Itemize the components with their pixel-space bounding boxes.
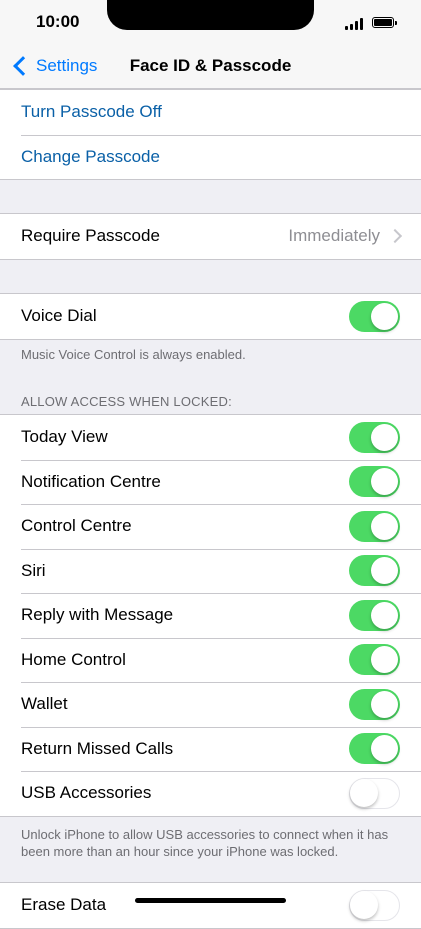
reply-with-message-toggle[interactable] <box>349 599 400 631</box>
change-passcode-label: Change Passcode <box>21 146 160 166</box>
toggle-knob <box>371 690 398 718</box>
toggle-knob <box>350 778 378 807</box>
battery-icon <box>372 17 397 28</box>
today-view-label: Today View <box>21 427 108 447</box>
erase-data-row: Erase Data <box>0 883 421 928</box>
toggle-knob <box>371 468 398 496</box>
change-passcode-button[interactable]: Change Passcode <box>0 134 421 180</box>
back-button-label: Settings <box>36 56 98 75</box>
wallet-toggle[interactable] <box>349 688 400 720</box>
return-missed-calls-toggle[interactable] <box>349 733 400 765</box>
erase-data-group: Erase Data <box>0 882 421 929</box>
require-passcode-group: Require Passcode Immediately <box>0 213 421 260</box>
require-passcode-label: Require Passcode <box>21 226 160 246</box>
return-missed-calls-label: Return Missed Calls <box>21 738 174 758</box>
require-passcode-row[interactable]: Require Passcode Immediately <box>0 214 421 259</box>
control-centre-row: Control Centre <box>0 504 421 549</box>
voice-dial-label: Voice Dial <box>21 306 97 326</box>
siri-row: Siri <box>0 548 421 594</box>
allow-access-header: ALLOW ACCESS WHEN LOCKED: <box>21 394 232 409</box>
chevron-left-icon <box>13 56 33 76</box>
voice-dial-toggle[interactable] <box>349 300 400 332</box>
usb-accessories-label: USB Accessories <box>21 783 152 803</box>
control-centre-toggle[interactable] <box>349 510 400 542</box>
turn-passcode-off-button[interactable]: Turn Passcode Off <box>0 90 421 135</box>
navigation-bar: Face ID & Passcode Settings <box>0 44 421 89</box>
chevron-right-icon <box>387 229 403 244</box>
erase-data-toggle[interactable] <box>349 889 400 921</box>
cellular-signal-icon <box>345 18 365 30</box>
wallet-label: Wallet <box>21 694 68 714</box>
notification-centre-row: Notification Centre <box>0 459 421 505</box>
status-bar: 10:00 <box>0 0 421 44</box>
toggle-knob <box>371 423 398 451</box>
home-indicator[interactable] <box>135 898 286 903</box>
voice-dial-group: Voice Dial <box>0 293 421 340</box>
turn-passcode-off-label: Turn Passcode Off <box>21 102 162 122</box>
toggle-knob <box>371 557 398 585</box>
passcode-actions-group: Turn Passcode Off Change Passcode <box>0 89 421 180</box>
allow-access-group: Today View Notification Centre Control C… <box>0 414 421 817</box>
toggle-knob <box>371 601 398 629</box>
usb-accessories-footer: Unlock iPhone to allow USB accessories t… <box>21 827 389 859</box>
status-time: 10:00 <box>36 12 80 31</box>
home-control-row: Home Control <box>0 637 421 683</box>
home-control-toggle[interactable] <box>349 644 400 676</box>
today-view-row: Today View <box>0 415 421 460</box>
toggle-knob <box>371 735 398 763</box>
voice-dial-footer: Music Voice Control is always enabled. <box>21 347 246 362</box>
voice-dial-row: Voice Dial <box>0 294 421 339</box>
reply-with-message-label: Reply with Message <box>21 605 174 625</box>
return-missed-calls-row: Return Missed Calls <box>0 726 421 772</box>
back-button[interactable]: Settings <box>10 44 97 88</box>
reply-with-message-row: Reply with Message <box>0 593 421 638</box>
notification-centre-label: Notification Centre <box>21 471 161 491</box>
toggle-knob <box>371 646 398 674</box>
usb-accessories-row: USB Accessories <box>0 771 421 816</box>
toggle-knob <box>371 302 398 330</box>
notification-centre-toggle[interactable] <box>349 466 400 498</box>
notch <box>107 0 314 30</box>
siri-label: Siri <box>21 560 46 580</box>
toggle-knob <box>371 512 398 540</box>
require-passcode-value: Immediately <box>288 226 380 246</box>
wallet-row: Wallet <box>0 682 421 727</box>
siri-toggle[interactable] <box>349 555 400 587</box>
control-centre-label: Control Centre <box>21 516 132 536</box>
today-view-toggle[interactable] <box>349 421 400 453</box>
usb-accessories-toggle[interactable] <box>349 777 400 809</box>
toggle-knob <box>350 890 378 919</box>
home-control-label: Home Control <box>21 649 126 669</box>
